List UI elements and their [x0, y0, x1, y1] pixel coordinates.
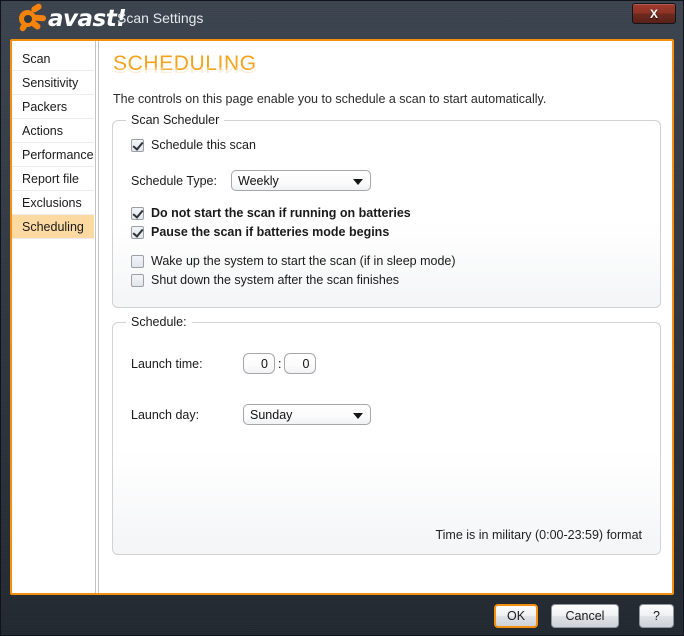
launch-day-label: Launch day: [131, 407, 200, 422]
launch-day-value: Sunday [250, 407, 293, 422]
schedule-type-label: Schedule Type: [131, 173, 217, 188]
cancel-button-label: Cancel [565, 609, 605, 623]
sidebar: Scan Sensitivity Packers Actions Perform… [12, 41, 94, 593]
sidebar-item-scan[interactable]: Scan [12, 47, 94, 71]
page-description: The controls on this page enable you to … [113, 92, 547, 106]
launch-day-select[interactable]: Sunday [243, 404, 371, 425]
content-area: SCHEDULING SCHEDULING The controls on th… [100, 41, 672, 593]
checkbox-pause-on-battery-mode[interactable]: Pause the scan if batteries mode begins [131, 226, 642, 239]
checkbox-shut-down-system-label: Shut down the system after the scan fini… [151, 273, 400, 287]
help-button[interactable]: ? [639, 604, 674, 628]
checkbox-no-start-on-batteries[interactable]: Do not start the scan if running on batt… [131, 207, 642, 220]
checkbox-wake-up-system[interactable]: Wake up the system to start the scan (if… [131, 255, 642, 268]
launch-time-separator: : [278, 356, 282, 371]
scan-scheduler-legend: Scan Scheduler [126, 113, 225, 127]
cancel-button[interactable]: Cancel [551, 604, 619, 628]
schedule-type-select[interactable]: Weekly [231, 170, 371, 191]
launch-time-row: Launch time: 0 : 0 [131, 353, 642, 374]
time-format-note: Time is in military (0:00-23:59) format [435, 528, 642, 542]
help-button-label: ? [653, 609, 660, 623]
title-bar: avast! Scan Settings X [1, 1, 683, 37]
sidebar-item-actions[interactable]: Actions [12, 119, 94, 143]
sidebar-item-exclusions[interactable]: Exclusions [12, 191, 94, 215]
checkbox-wake-up-system-label: Wake up the system to start the scan (if… [151, 254, 456, 268]
footer-bar: OK Cancel ? [1, 595, 683, 635]
launch-time-label: Launch time: [131, 356, 203, 371]
chevron-down-icon [353, 178, 363, 185]
checkbox-schedule-this-scan-label: Schedule this scan [151, 138, 256, 152]
checkbox-schedule-this-scan[interactable]: Schedule this scan [131, 139, 642, 152]
page-title: SCHEDULING [113, 52, 257, 75]
avast-logo-icon [17, 2, 47, 33]
avast-logo: avast! [17, 2, 127, 33]
checkbox-checked-icon [131, 207, 144, 220]
close-icon: X [649, 6, 658, 21]
checkbox-unchecked-icon [131, 255, 144, 268]
window-title: Scan Settings [117, 10, 204, 26]
sidebar-item-packers[interactable]: Packers [12, 95, 94, 119]
schedule-group: Schedule: Launch time: 0 : 0 Launch day:… [112, 315, 661, 555]
checkbox-checked-icon [131, 226, 144, 239]
checkbox-unchecked-icon [131, 274, 144, 287]
close-button[interactable]: X [632, 3, 676, 24]
sidebar-item-performance[interactable]: Performance [12, 143, 94, 167]
sidebar-item-sensitivity[interactable]: Sensitivity [12, 71, 94, 95]
ok-button-label: OK [506, 609, 526, 623]
launch-time-hour-input[interactable]: 0 [243, 353, 275, 374]
checkbox-no-start-on-batteries-label: Do not start the scan if running on batt… [151, 206, 411, 220]
ok-button[interactable]: OK [494, 604, 538, 628]
main-panel: Scan Sensitivity Packers Actions Perform… [10, 39, 674, 595]
chevron-down-icon [353, 412, 363, 419]
launch-day-row: Launch day: Sunday [131, 404, 642, 425]
scan-scheduler-group: Scan Scheduler Schedule this scan Schedu… [112, 113, 661, 308]
checkbox-checked-icon [131, 139, 144, 152]
scan-settings-window: avast! Scan Settings X Scan Sensitivity … [0, 0, 684, 636]
schedule-type-value: Weekly [238, 173, 279, 188]
schedule-legend: Schedule: [126, 315, 192, 329]
schedule-type-row: Schedule Type: Weekly [131, 170, 642, 191]
sidebar-item-report-file[interactable]: Report file [12, 167, 94, 191]
sidebar-item-scheduling[interactable]: Scheduling [12, 215, 94, 239]
checkbox-shut-down-system[interactable]: Shut down the system after the scan fini… [131, 274, 642, 287]
checkbox-pause-on-battery-mode-label: Pause the scan if batteries mode begins [151, 225, 390, 239]
launch-time-minute-input[interactable]: 0 [284, 353, 317, 374]
avast-logo-text: avast! [48, 5, 127, 32]
